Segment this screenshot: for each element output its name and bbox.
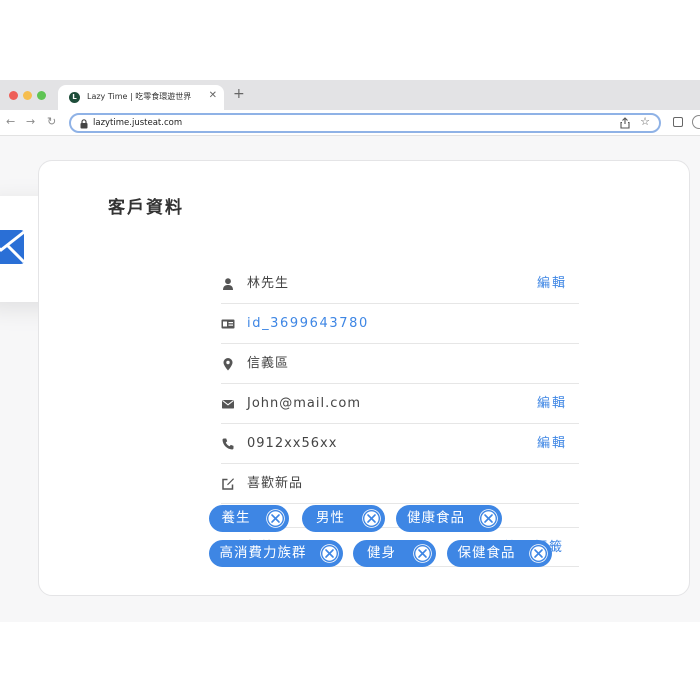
forward-button[interactable]: → xyxy=(26,115,35,129)
id-card-icon xyxy=(221,319,235,329)
customer-note-row: 喜歡新品 xyxy=(221,464,579,504)
phone-icon xyxy=(222,438,234,450)
customer-phone-row: 0912xx56xx 編輯 xyxy=(221,424,579,464)
browser-window: L Lazy Time | 吃零食環遊世界 ✕ + ← → ↻ lazytime… xyxy=(0,80,700,622)
tag-chip: 健康食品 xyxy=(396,505,502,532)
url-text: lazytime.justeat.com xyxy=(93,118,183,128)
edit-name-button[interactable]: 編輯 xyxy=(537,275,567,293)
address-bar[interactable]: lazytime.justeat.com ☆ xyxy=(69,113,661,133)
customer-email-row: John@mail.com 編輯 xyxy=(221,384,579,424)
tag-chip-label: 健身 xyxy=(367,545,396,561)
back-button[interactable]: ← xyxy=(6,115,15,129)
remove-tag-icon[interactable] xyxy=(361,508,382,529)
remove-tag-icon[interactable] xyxy=(319,543,340,564)
customer-location-row: 信義區 xyxy=(221,344,579,384)
edit-email-button[interactable]: 編輯 xyxy=(537,395,567,413)
browser-tab[interactable]: L Lazy Time | 吃零食環遊世界 ✕ xyxy=(58,85,224,110)
customer-name: 林先生 xyxy=(247,276,290,291)
edit-phone-button[interactable]: 編輯 xyxy=(537,435,567,453)
tab-bar: L Lazy Time | 吃零食環遊世界 ✕ + xyxy=(0,80,700,110)
tab-close-icon[interactable]: ✕ xyxy=(209,90,217,102)
customer-note: 喜歡新品 xyxy=(247,476,304,491)
remove-tag-icon[interactable] xyxy=(412,543,433,564)
bookmark-star-icon[interactable]: ☆ xyxy=(640,115,650,129)
tag-chip: 健身 xyxy=(353,540,436,567)
customer-id-row: id_3699643780 xyxy=(221,304,579,344)
customer-name-row: 林先生 編輯 xyxy=(221,264,579,304)
user-icon xyxy=(223,278,233,290)
tag-chip: 養生 xyxy=(209,505,289,532)
close-window-button[interactable] xyxy=(9,91,18,100)
tag-chip-label: 養生 xyxy=(221,510,251,526)
customer-location: 信義區 xyxy=(247,356,290,371)
remove-tag-icon[interactable] xyxy=(528,543,549,564)
remove-tag-icon[interactable] xyxy=(478,508,499,529)
customer-phone: 0912xx56xx xyxy=(247,436,338,451)
tab-title: Lazy Time | 吃零食環遊世界 xyxy=(87,92,192,101)
tag-chip: 高消費力族群 xyxy=(209,540,343,567)
tag-chip: 保健食品 xyxy=(447,540,552,567)
customer-id-link[interactable]: id_3699643780 xyxy=(247,315,369,333)
minimize-window-button[interactable] xyxy=(23,91,32,100)
section-title: 客戶資料 xyxy=(108,198,184,218)
tag-chip: 男性 xyxy=(302,505,385,532)
remove-tag-icon[interactable] xyxy=(265,508,286,529)
lock-icon xyxy=(80,119,88,129)
customer-info-card: 客戶資料 林先生 編輯 id_3699643780 信義區 John@mail.… xyxy=(38,160,690,596)
reload-button[interactable]: ↻ xyxy=(47,115,56,129)
profile-avatar-icon[interactable] xyxy=(692,115,700,129)
tag-chip-label: 高消費力族群 xyxy=(219,545,307,561)
tag-chip-label: 健康食品 xyxy=(407,510,465,526)
tag-chip-label: 保健食品 xyxy=(457,545,516,561)
mail-envelope-icon xyxy=(0,230,26,264)
customer-email: John@mail.com xyxy=(247,396,362,411)
site-logo-icon: L xyxy=(69,92,80,103)
maximize-window-button[interactable] xyxy=(37,91,46,100)
tag-chip-label: 男性 xyxy=(316,510,345,526)
side-panel-icon[interactable] xyxy=(673,117,683,127)
browser-toolbar: ← → ↻ lazytime.justeat.com ☆ xyxy=(0,110,700,136)
map-pin-icon xyxy=(223,358,233,371)
mail-icon xyxy=(222,400,234,409)
share-icon[interactable] xyxy=(620,117,630,129)
edit-icon xyxy=(222,478,234,490)
new-tab-button[interactable]: + xyxy=(233,86,245,102)
